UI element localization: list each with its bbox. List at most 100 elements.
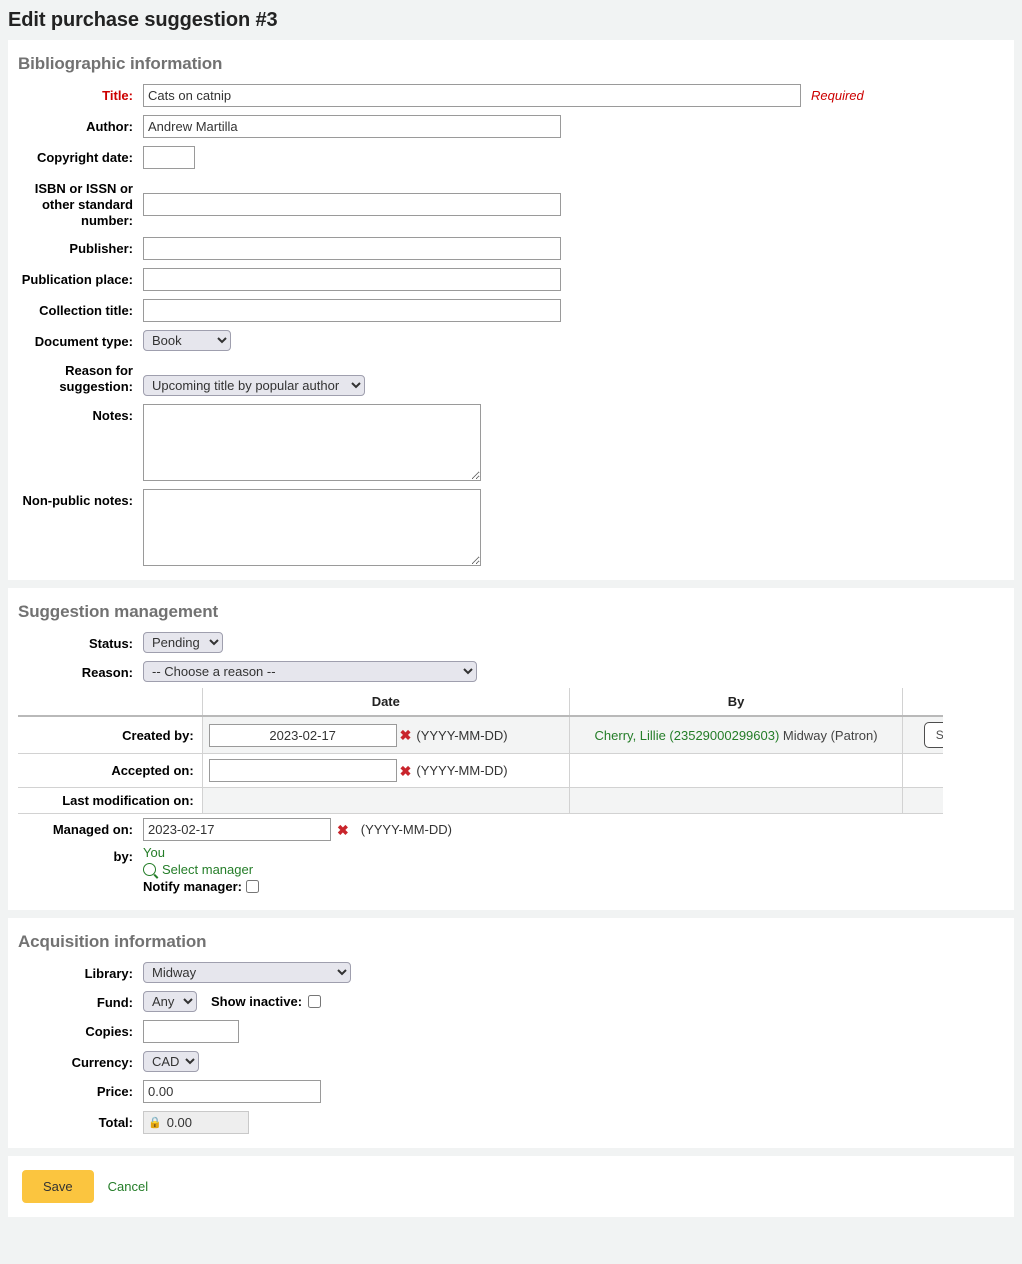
accepted-on-action-cell xyxy=(902,753,943,788)
reason-for-suggestion-row: Reason for suggestion: Upcoming title by… xyxy=(8,359,1014,396)
header-action: Action xyxy=(902,688,943,717)
management-table-header-row: Date By Action xyxy=(18,688,943,717)
total-value: 0.00 xyxy=(166,1115,193,1130)
acquisition-information-section: Acquisition information Library: Midway … xyxy=(8,918,1014,1148)
select-manager-link[interactable]: Select manager xyxy=(143,862,253,877)
library-row: Library: Midway xyxy=(8,962,1014,983)
author-row: Author: xyxy=(8,115,1014,138)
management-reason-row: Reason: -- Choose a reason -- xyxy=(8,661,1014,682)
non-public-notes-label: Non-public notes: xyxy=(22,493,134,508)
notify-manager-line: Notify manager: xyxy=(143,879,259,894)
isbn-row: ISBN or ISSN or other standard number: xyxy=(8,177,1014,229)
managed-on-date-input[interactable] xyxy=(143,818,331,841)
created-by-label: Created by: xyxy=(18,715,203,754)
page-root: Edit purchase suggestion #3 Bibliographi… xyxy=(0,0,1022,1264)
management-table-container: Date By Action Created by: ✖ (YYYY-M xyxy=(18,688,943,814)
library-select[interactable]: Midway xyxy=(143,962,351,983)
managed-on-date-hint: (YYYY-MM-DD) xyxy=(360,822,452,837)
price-row: Price: xyxy=(8,1080,1014,1103)
managed-by-value: You xyxy=(143,845,165,860)
clear-date-icon[interactable]: ✖ xyxy=(400,764,412,778)
isbn-input[interactable] xyxy=(143,193,561,216)
bibliographic-legend: Bibliographic information xyxy=(18,54,223,73)
cancel-link[interactable]: Cancel xyxy=(108,1179,148,1194)
notify-manager-checkbox[interactable] xyxy=(245,880,259,893)
author-label: Author: xyxy=(86,119,133,134)
status-label: Status: xyxy=(88,636,133,651)
form-actions: Save Cancel xyxy=(8,1156,1014,1217)
managed-on-label: Managed on: xyxy=(52,822,133,837)
notes-row: Notes: xyxy=(8,404,1014,481)
notes-textarea[interactable] xyxy=(143,404,481,481)
suggestion-management-section: Suggestion management Status: Pending Re… xyxy=(8,588,1014,910)
accepted-on-by-cell xyxy=(568,753,904,788)
copies-input[interactable] xyxy=(143,1020,239,1043)
accepted-on-date-input[interactable] xyxy=(208,759,397,782)
save-button[interactable]: Save xyxy=(22,1170,94,1203)
non-public-notes-textarea[interactable] xyxy=(143,489,481,566)
management-reason-label: Reason: xyxy=(81,665,133,680)
copies-row: Copies: xyxy=(8,1020,1014,1043)
header-date: Date xyxy=(201,688,570,717)
title-required-note: Required xyxy=(811,88,864,103)
created-by-patron-link[interactable]: Cherry, Lillie (23529000299603) xyxy=(595,728,780,743)
management-table: Date By Action Created by: ✖ (YYYY-M xyxy=(18,688,943,814)
total-label: Total: xyxy=(98,1115,133,1130)
table-row: Accepted on: ✖ (YYYY-MM-DD) xyxy=(18,753,943,788)
status-row: Status: Pending xyxy=(8,632,1014,653)
document-type-select[interactable]: Book xyxy=(143,330,231,351)
copyright-date-input[interactable] xyxy=(143,146,195,169)
managed-by-label: by: xyxy=(113,849,134,864)
price-label: Price: xyxy=(96,1084,133,1099)
last-modification-date-cell xyxy=(201,787,570,814)
notify-manager-label: Notify manager: xyxy=(143,879,242,894)
managed-by-value-line: You xyxy=(143,845,259,860)
total-row: Total: 🔒 0.00 xyxy=(8,1111,1014,1134)
publisher-input[interactable] xyxy=(143,237,561,260)
created-by-cell: Cherry, Lillie (23529000299603) Midway (… xyxy=(568,715,904,754)
select-manager-label: Select manager xyxy=(162,862,254,877)
fund-select[interactable]: Any xyxy=(143,991,197,1012)
collection-title-input[interactable] xyxy=(143,299,561,322)
status-select[interactable]: Pending xyxy=(143,632,223,653)
title-input[interactable] xyxy=(143,84,801,107)
author-input[interactable] xyxy=(143,115,561,138)
currency-select[interactable]: CAD xyxy=(143,1051,199,1072)
fund-row: Fund: Any Show inactive: xyxy=(8,991,1014,1012)
document-type-label: Document type: xyxy=(34,334,133,349)
reason-for-suggestion-select[interactable]: Upcoming title by popular author xyxy=(143,375,365,396)
last-modification-by-cell xyxy=(568,787,904,814)
header-by: By xyxy=(568,688,904,717)
header-blank xyxy=(18,688,203,717)
copyright-date-label: Copyright date: xyxy=(36,150,133,165)
created-by-date-input[interactable] xyxy=(208,723,397,747)
clear-date-icon[interactable]: ✖ xyxy=(337,823,349,837)
library-label: Library: xyxy=(84,966,133,981)
page-title: Edit purchase suggestion #3 xyxy=(8,9,278,31)
managed-on-row: Managed on: ✖ (YYYY-MM-DD) xyxy=(8,818,1014,841)
last-modification-action-cell xyxy=(902,787,943,814)
notes-label: Notes: xyxy=(92,408,133,423)
collection-title-label: Collection title: xyxy=(39,303,133,318)
created-by-date-cell: ✖ (YYYY-MM-DD) xyxy=(201,715,570,754)
show-inactive-checkbox[interactable] xyxy=(308,995,322,1008)
created-by-date-hint: (YYYY-MM-DD) xyxy=(416,727,508,743)
lock-icon: 🔒 xyxy=(148,1117,162,1129)
document-type-row: Document type: Book xyxy=(8,330,1014,351)
clear-date-icon[interactable]: ✖ xyxy=(400,728,412,742)
currency-label: Currency: xyxy=(71,1055,133,1070)
accepted-on-date-hint: (YYYY-MM-DD) xyxy=(416,763,508,778)
accepted-on-date-cell: ✖ (YYYY-MM-DD) xyxy=(201,753,570,788)
copies-label: Copies: xyxy=(85,1024,133,1039)
reason-for-suggestion-label: Reason for suggestion: xyxy=(59,363,133,394)
publication-place-label: Publication place: xyxy=(21,272,133,287)
created-by-patron-branch: Midway (Patron) xyxy=(779,727,878,743)
accepted-on-label: Accepted on: xyxy=(18,753,203,788)
set-to-patron-button[interactable]: Set to patron xyxy=(923,722,943,748)
management-reason-select[interactable]: -- Choose a reason -- xyxy=(143,661,477,682)
publisher-row: Publisher: xyxy=(8,237,1014,260)
price-input[interactable] xyxy=(143,1080,321,1103)
publisher-label: Publisher: xyxy=(69,241,133,256)
publication-place-input[interactable] xyxy=(143,268,561,291)
currency-row: Currency: CAD xyxy=(8,1051,1014,1072)
